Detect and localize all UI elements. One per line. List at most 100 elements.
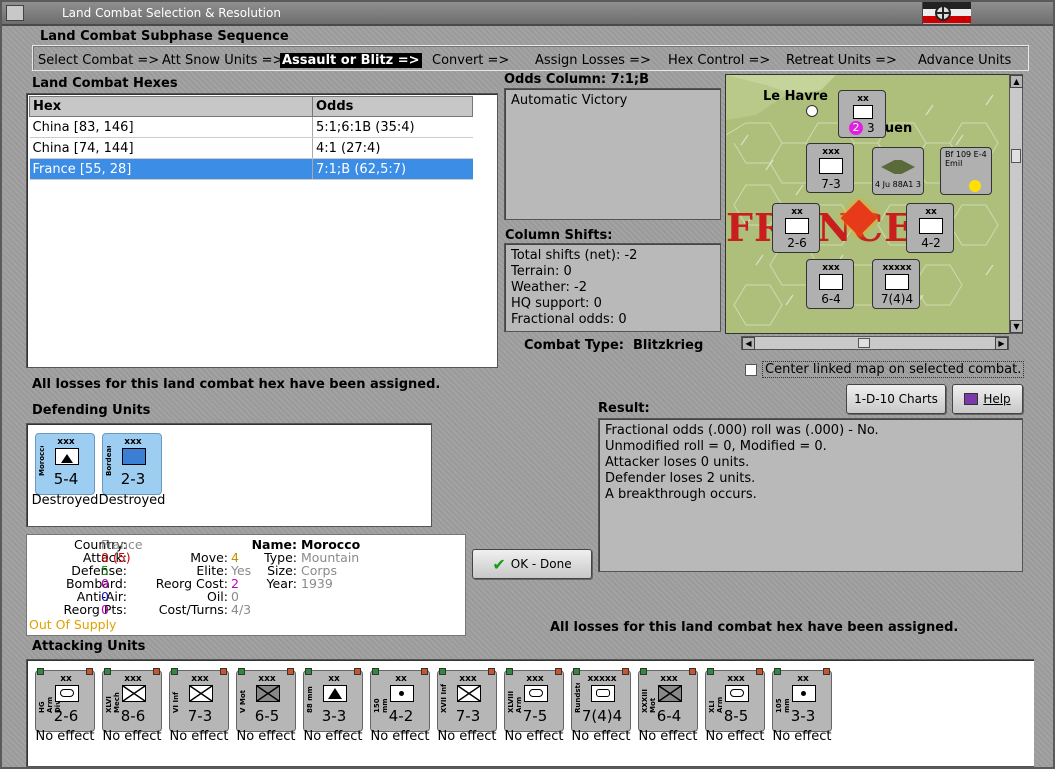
unit-strength: 8-5 [723,707,749,725]
unit-strength: 7-5 [522,707,548,725]
iron-cross-icon [935,5,951,21]
attacking-unit-counter[interactable]: xx HG Arm Div 2-6 [35,668,95,732]
attacking-unit-counter[interactable]: xxx VI Inf 7-3 [169,668,229,732]
attacking-unit-result: No effect [303,729,363,744]
defending-unit-counter[interactable]: xxx Bordeaux 2-3 [102,433,162,495]
window-icon[interactable] [6,5,24,21]
book-icon [964,393,979,405]
scroll-up-icon[interactable]: ▲ [1010,75,1023,88]
unit-supply-status: Out Of Supply [29,617,117,632]
attacking-unit-counter[interactable]: xxx XLVI Mech 8-6 [102,668,162,732]
bomber-icon [881,160,915,174]
mech-icon [122,685,146,702]
attacking-unit-result: No effect [236,729,296,744]
infantry-icon [189,685,213,702]
hex-cell: China [74, 144] [29,137,313,159]
map-stack-unit[interactable]: xxx 6-4 [806,259,854,309]
defending-unit-result: Destroyed [98,493,166,508]
attacking-unit-counter[interactable]: xxx XLI Arm 8-5 [705,668,765,732]
hexes-list[interactable]: Hex Odds China [83, 146] 5:1;6:1B (35:4)… [26,93,498,368]
antiair-icon [323,685,347,702]
phase-assault-or-blitz[interactable]: Assault or Blitz => [280,53,422,68]
phase-att-snow-units[interactable]: Att Snow Units => [162,53,283,68]
map-vertical-scrollbar[interactable]: ▲ ▼ [1009,74,1023,334]
charts-button[interactable]: 1-D-10 Charts [846,384,946,414]
odds-cell: 5:1;6:1B (35:4) [312,116,473,138]
phase-hex-control[interactable]: Hex Control => [668,53,770,68]
attacking-unit-result: No effect [772,729,832,744]
center-map-label[interactable]: Center linked map on selected combat. [762,361,1025,378]
phase-retreat-units[interactable]: Retreat Units => [786,53,897,68]
scroll-down-icon[interactable]: ▼ [1010,320,1023,333]
defending-unit-result: Destroyed [31,493,99,508]
window-title: Land Combat Selection & Resolution [62,6,281,20]
phase-select-combat[interactable]: Select Combat => [38,53,159,68]
map-stack-unit[interactable]: xx 2 3 [838,90,886,138]
scroll-left-icon[interactable]: ◀ [742,337,755,350]
attacking-unit-counter[interactable]: xx 150 mm 4-2 [370,668,430,732]
attacking-unit-result: No effect [370,729,430,744]
phase-advance-units[interactable]: Advance Units [918,53,1011,68]
scroll-right-icon[interactable]: ▶ [995,337,1008,350]
map-stack-unit[interactable]: xx 2-6 [772,203,820,253]
result-line: Unmodified roll = 0, Modified = 0. [605,439,827,454]
column-header-hex[interactable]: Hex [29,96,313,117]
odds-column-text: Automatic Victory [511,93,628,108]
map-stack-fighter[interactable]: Bf 109 E-4 Emil [940,147,992,195]
subphase-title: Land Combat Subphase Sequence [40,29,289,44]
scroll-thumb[interactable] [858,338,870,348]
losses-assigned-message-2: All losses for this land combat hex have… [550,620,959,635]
shift-total: Total shifts (net): -2 [511,248,638,263]
defending-units-panel: xxx Morocco 5-4 Destroyed xxx Bordeaux 2… [26,423,432,527]
table-row[interactable]: China [83, 146] 5:1;6:1B (35:4) [29,116,473,138]
land-combat-window: Land Combat Selection & Resolution Land … [0,0,1055,769]
attacking-unit-counter[interactable]: xxxxx Rundstedt 7(4)4 [571,668,631,732]
defending-unit-counter[interactable]: xxx Morocco 5-4 [35,433,95,495]
column-shifts-title: Column Shifts: [505,228,613,243]
unit-strength: 7-3 [187,707,213,725]
unit-strength: 3-3 [790,707,816,725]
column-header-odds[interactable]: Odds [312,96,473,117]
unit-strength: 7(4)4 [581,707,623,725]
unit-cost-turns: 4/3 [231,602,252,617]
hex-cell: France [55, 28] [29,158,313,180]
unit-year: 1939 [301,576,333,591]
center-map-checkbox[interactable] [745,364,757,376]
table-row[interactable]: China [74, 144] 4:1 (27:4) [29,137,473,159]
armor-icon [55,685,79,702]
motorized-icon [658,685,682,702]
scroll-thumb[interactable] [1011,149,1021,163]
unit-attack-supplied: (5) [112,550,131,565]
attacking-unit-counter[interactable]: xxx V Mot 6-5 [236,668,296,732]
map-stack-aircraft[interactable]: 4 Ju 88A1 3 [872,147,924,195]
attacking-unit-result: No effect [102,729,162,744]
result-box: Fractional odds (.000) roll was (.000) -… [598,418,1023,572]
phase-convert[interactable]: Convert => [432,53,509,68]
attacking-unit-counter[interactable]: xx 105 mm 3-3 [772,668,832,732]
unit-strength: 6-5 [254,707,280,725]
attacking-unit-result: No effect [638,729,698,744]
attacking-unit-counter[interactable]: xxx XXXIII Mot 6-4 [638,668,698,732]
map-stack-unit[interactable]: xx 4-2 [906,203,954,253]
attacking-unit-counter[interactable]: xx 88 mm 3-3 [303,668,363,732]
map-horizontal-scrollbar[interactable]: ◀ ▶ [741,336,1009,350]
port-icon [806,105,818,117]
artillery-icon [390,685,414,702]
attacking-unit-counter[interactable]: xxx XVII Inf 7-3 [437,668,497,732]
linked-map[interactable]: Le Havre ouen FRANCE xx 2 3 xxx 7-3 4 Ju… [725,74,1011,334]
odds-column-title: Odds Column: 7:1;B [504,72,650,87]
ok-done-button[interactable]: ✔ OK - Done [472,549,592,579]
motorized-icon [256,685,280,702]
attacking-unit-result: No effect [35,729,95,744]
table-row-selected[interactable]: France [55, 28] 7:1;B (62,5:7) [29,158,473,180]
help-button[interactable]: Help [952,384,1023,414]
phase-assign-losses[interactable]: Assign Losses => [535,53,651,68]
shift-weather: Weather: -2 [511,280,587,295]
odds-cell: 4:1 (27:4) [312,137,473,159]
attacking-unit-result: No effect [169,729,229,744]
unit-strength: 8-6 [120,707,146,725]
shift-fractional-odds: Fractional odds: 0 [511,312,627,327]
attacking-unit-counter[interactable]: xxx XLVIII Arm 7-5 [504,668,564,732]
map-stack-hq[interactable]: xxxxx 7(4)4 [872,259,920,309]
map-stack-unit[interactable]: xxx 7-3 [806,143,854,193]
